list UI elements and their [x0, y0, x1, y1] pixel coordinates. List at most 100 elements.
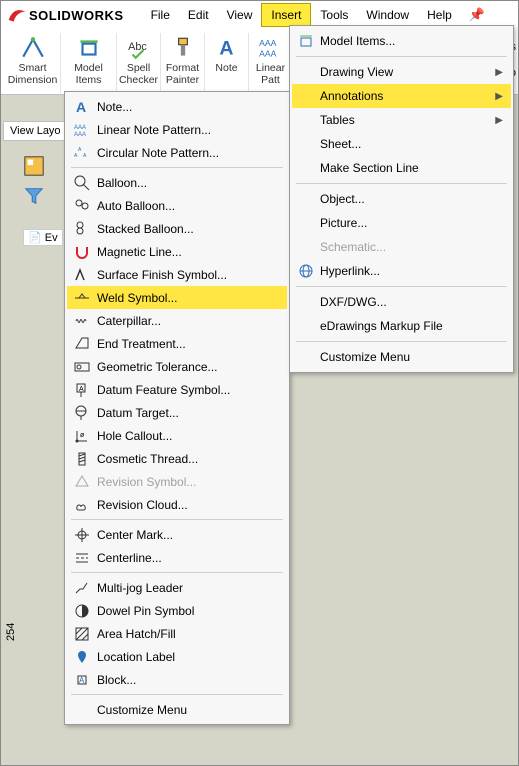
anno-cosmetic-thread[interactable]: Cosmetic Thread... [67, 447, 287, 470]
anno-stacked-balloon[interactable]: Stacked Balloon... [67, 217, 287, 240]
insert-schematic: Schematic... [292, 235, 511, 259]
svg-text:A: A [74, 153, 78, 159]
anno-location-label[interactable]: Location Label [67, 645, 287, 668]
insert-model-items[interactable]: Model Items... [292, 29, 511, 53]
rev-symbol-icon [71, 474, 93, 490]
anno-customize[interactable]: Customize Menu [67, 698, 287, 721]
anno-center-mark[interactable]: Center Mark... [67, 523, 287, 546]
anno-centerline[interactable]: Centerline... [67, 546, 287, 569]
rev-cloud-icon [71, 497, 93, 513]
anno-datum-feature[interactable]: ADatum Feature Symbol... [67, 378, 287, 401]
format-painter-icon [170, 35, 196, 61]
circular-note-icon: AAA [71, 145, 93, 161]
insert-picture[interactable]: Picture... [292, 211, 511, 235]
svg-text:A: A [83, 153, 87, 159]
smart-dimension-button[interactable]: Smart Dimension [5, 33, 61, 93]
anno-geo-tol[interactable]: Geometric Tolerance... [67, 355, 287, 378]
filter-icon[interactable] [23, 185, 45, 207]
anno-multijog[interactable]: Multi-jog Leader [67, 576, 287, 599]
svg-text:A: A [78, 147, 82, 153]
anno-balloon[interactable]: Balloon... [67, 171, 287, 194]
anno-hole-callout[interactable]: øHole Callout... [67, 424, 287, 447]
menu-help[interactable]: Help [418, 4, 461, 26]
insert-make-section[interactable]: Make Section Line [292, 156, 511, 180]
menu-edit[interactable]: Edit [179, 4, 218, 26]
insert-menu: Model Items... Drawing View▶ Annotations… [289, 25, 514, 373]
insert-sheet[interactable]: Sheet... [292, 132, 511, 156]
note-icon: A [214, 35, 240, 61]
format-painter-button[interactable]: Format Painter [161, 33, 205, 93]
anno-weld-symbol[interactable]: Weld Symbol... [67, 286, 287, 309]
balloon-icon [71, 175, 93, 191]
anno-end-treatment[interactable]: End Treatment... [67, 332, 287, 355]
insert-annotations[interactable]: Annotations▶ [292, 84, 511, 108]
location-icon [71, 649, 93, 665]
insert-hyperlink[interactable]: Hyperlink... [292, 259, 511, 283]
auto-balloon-icon [71, 198, 93, 214]
feature-tree-icon[interactable] [23, 155, 45, 177]
menu-tools[interactable]: Tools [311, 4, 357, 26]
menu-view[interactable]: View [218, 4, 262, 26]
menu-window[interactable]: Window [357, 4, 418, 26]
center-mark-icon [71, 527, 93, 543]
svg-text:A: A [76, 99, 86, 115]
svg-text:Abc: Abc [128, 41, 147, 53]
anno-dowel-pin[interactable]: Dowel Pin Symbol [67, 599, 287, 622]
svg-text:A: A [219, 38, 233, 60]
end-treatment-icon [71, 336, 93, 352]
note-button[interactable]: A Note [205, 33, 249, 93]
anno-magnetic-line[interactable]: Magnetic Line... [67, 240, 287, 263]
side-dimension-label: 254 [5, 623, 17, 641]
insert-tables[interactable]: Tables▶ [292, 108, 511, 132]
anno-linear-note[interactable]: AAAAAALinear Note Pattern... [67, 118, 287, 141]
dowel-icon [71, 603, 93, 619]
model-items-icon [76, 35, 102, 61]
svg-text:AAA: AAA [259, 49, 277, 59]
submenu-arrow-icon: ▶ [495, 115, 503, 126]
svg-text:AAA: AAA [74, 125, 86, 131]
globe-icon [296, 263, 316, 279]
menu-insert[interactable]: Insert [261, 3, 311, 27]
svg-text:AAA: AAA [74, 132, 86, 138]
insert-drawing-view[interactable]: Drawing View▶ [292, 60, 511, 84]
insert-customize[interactable]: Customize Menu [292, 345, 511, 369]
anno-auto-balloon[interactable]: Auto Balloon... [67, 194, 287, 217]
anno-surface-finish[interactable]: Surface Finish Symbol... [67, 263, 287, 286]
linear-pattern-button[interactable]: AAAAAA Linear Patt [249, 33, 293, 93]
datum-target-icon [71, 405, 93, 421]
insert-dxf[interactable]: DXF/DWG... [292, 290, 511, 314]
weld-icon [71, 290, 93, 306]
note-icon: A [71, 99, 93, 115]
dimension-icon [20, 35, 46, 61]
svg-text:A: A [79, 676, 85, 685]
insert-object[interactable]: Object... [292, 187, 511, 211]
app-name: SOLIDWORKS [29, 8, 124, 23]
model-items-button[interactable]: Model Items [61, 33, 117, 93]
svg-text:ø: ø [80, 432, 85, 439]
caterpillar-icon [71, 313, 93, 329]
menu-file[interactable]: File [142, 4, 179, 26]
view-layout-tab[interactable]: View Layo [3, 121, 68, 141]
anno-revision-cloud[interactable]: Revision Cloud... [67, 493, 287, 516]
anno-caterpillar[interactable]: Caterpillar... [67, 309, 287, 332]
hatch-icon [71, 626, 93, 642]
anno-note[interactable]: ANote... [67, 95, 287, 118]
solidworks-logo-icon [7, 5, 27, 25]
annotations-submenu: ANote... AAAAAALinear Note Pattern... AA… [64, 91, 290, 725]
anno-circular-note[interactable]: AAACircular Note Pattern... [67, 141, 287, 164]
spell-checker-button[interactable]: Abc Spell Checker [117, 33, 161, 93]
spell-icon: Abc [126, 35, 152, 61]
centerline-icon [71, 550, 93, 566]
tree-root-label[interactable]: 📄 Ev [23, 229, 63, 246]
linear-pattern-icon: AAAAAA [258, 35, 284, 61]
anno-revision-symbol: Revision Symbol... [67, 470, 287, 493]
anno-datum-target[interactable]: Datum Target... [67, 401, 287, 424]
magnet-icon [71, 244, 93, 260]
pin-icon[interactable]: 📌 [469, 7, 485, 23]
thread-icon [71, 451, 93, 467]
anno-area-hatch[interactable]: Area Hatch/Fill [67, 622, 287, 645]
insert-edrawings[interactable]: eDrawings Markup File [292, 314, 511, 338]
anno-block[interactable]: ABlock... [67, 668, 287, 691]
stacked-balloon-icon [71, 221, 93, 237]
menu-bar: File Edit View Insert Tools Window Help … [124, 3, 485, 27]
